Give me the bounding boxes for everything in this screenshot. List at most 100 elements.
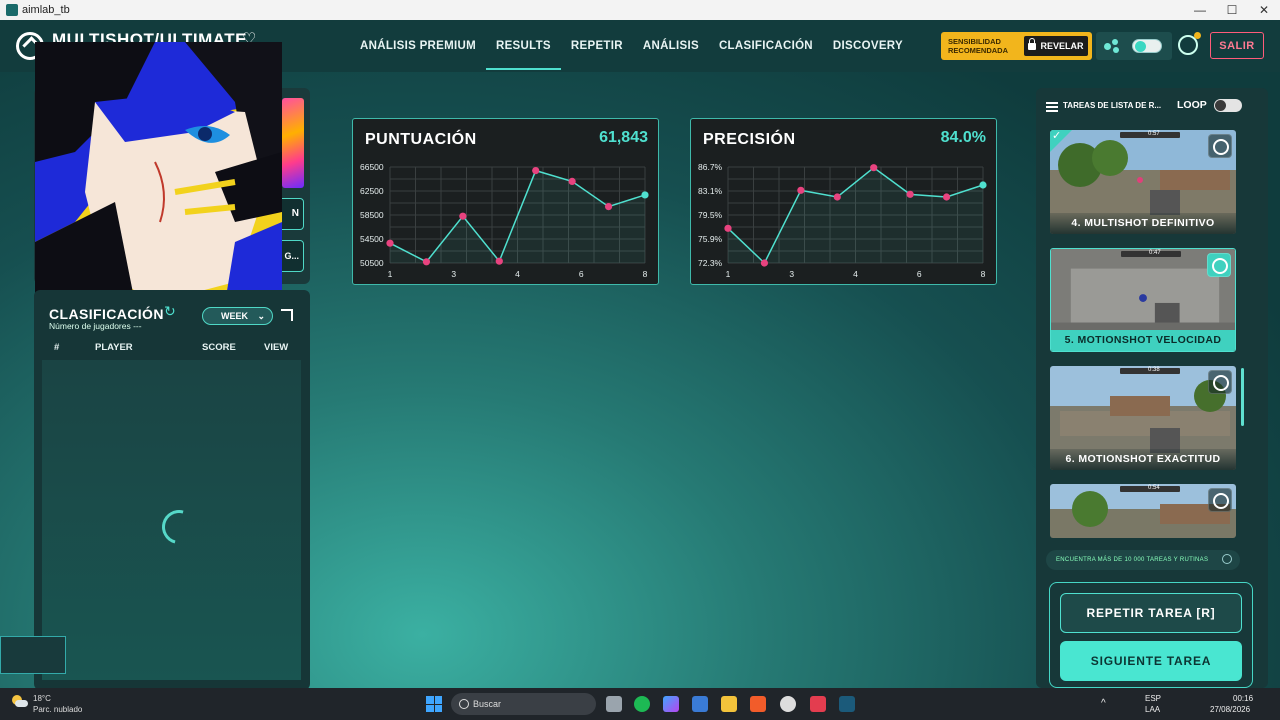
data-point bbox=[604, 203, 613, 211]
y-tick-label: 58500 bbox=[360, 210, 384, 220]
tray-chevron-icon[interactable]: ^ bbox=[1101, 698, 1106, 709]
task-type-icon bbox=[1207, 253, 1231, 277]
x-tick-label: 4 bbox=[515, 269, 520, 279]
file-explorer-icon[interactable] bbox=[721, 696, 737, 712]
language-code: ESP bbox=[1145, 694, 1162, 703]
avatar-artwork bbox=[35, 42, 282, 303]
task-label: 4. MULTISHOT DEFINITIVO bbox=[1050, 213, 1236, 234]
windows-start-icon[interactable] bbox=[426, 696, 442, 712]
x-tick-label: 8 bbox=[643, 269, 648, 279]
data-point bbox=[532, 167, 540, 175]
leaderboard-title: CLASIFICACIÓN bbox=[49, 306, 164, 322]
weather-temperature: 18°C bbox=[33, 694, 51, 703]
data-point bbox=[833, 193, 841, 201]
x-tick-label: 4 bbox=[853, 269, 858, 279]
chrome-icon[interactable] bbox=[780, 696, 796, 712]
loading-spinner-icon bbox=[155, 503, 203, 551]
task-list-title: TAREAS DE LISTA DE R... bbox=[1063, 101, 1162, 110]
minimize-button[interactable]: — bbox=[1184, 3, 1216, 17]
task-type-icon bbox=[1208, 134, 1232, 158]
reveal-label: REVELAR bbox=[1040, 41, 1084, 51]
main-nav: ANÁLISIS PREMIUM RESULTS REPETIR ANÁLISI… bbox=[350, 20, 913, 72]
tab-clasificacion[interactable]: CLASIFICACIÓN bbox=[709, 20, 823, 72]
period-select[interactable]: WEEK ⌄ bbox=[202, 307, 273, 325]
tab-analisis[interactable]: ANÁLISIS bbox=[633, 20, 709, 72]
y-tick-label: 50500 bbox=[360, 258, 384, 268]
taskbar-search[interactable]: Buscar bbox=[451, 693, 596, 715]
task-card-6[interactable]: 0:38 6. MOTIONSHOT EXACTITUD bbox=[1050, 366, 1236, 470]
repeat-task-button[interactable]: REPETIR TAREA [R] bbox=[1060, 593, 1242, 633]
recommended-sensitivity-box: SENSIBILIDAD RECOMENDADA REVELAR bbox=[941, 32, 1092, 60]
party-toggle-box bbox=[1096, 32, 1172, 60]
tab-repetir[interactable]: REPETIR bbox=[561, 20, 633, 72]
x-tick-label: 3 bbox=[451, 269, 456, 279]
weather-condition: Parc. nublado bbox=[33, 705, 83, 714]
col-rank: # bbox=[54, 342, 60, 353]
windows-taskbar: 18°C Parc. nublado Buscar ^ ESP LAA 00:1… bbox=[0, 688, 1280, 720]
data-point bbox=[495, 257, 503, 265]
task-time: 0:57 bbox=[1148, 131, 1160, 137]
task-type-icon bbox=[1208, 488, 1232, 512]
task-label: 6. MOTIONSHOT EXACTITUD bbox=[1050, 449, 1236, 470]
data-point bbox=[724, 224, 732, 232]
y-tick-label: 54500 bbox=[360, 234, 384, 244]
tab-results[interactable]: RESULTS bbox=[485, 20, 561, 72]
task-time: 0:38 bbox=[1148, 367, 1160, 373]
clock-date: 27/08/2026 bbox=[1210, 705, 1251, 714]
task-card-4[interactable]: 0:57 4. MULTISHOT DEFINITIVO bbox=[1050, 130, 1236, 234]
y-tick-label: 66500 bbox=[360, 162, 384, 172]
copilot-icon[interactable] bbox=[663, 696, 679, 712]
refresh-icon[interactable]: ↻ bbox=[164, 303, 176, 320]
settings-icon[interactable] bbox=[1178, 32, 1201, 55]
action-buttons: REPETIR TAREA [R] SIGUIENTE TAREA bbox=[1049, 582, 1253, 688]
period-select-value: WEEK bbox=[221, 311, 248, 321]
sensitivity-label-line2: RECOMENDADA bbox=[948, 46, 1008, 55]
task-view-icon[interactable] bbox=[606, 696, 622, 712]
task-card-5[interactable]: 0:47 5. MOTIONSHOT VELOCIDAD bbox=[1050, 248, 1236, 352]
task-search-input[interactable]: ENCUENTRA MÁS DE 10 000 TAREAS Y RUTINAS bbox=[1046, 550, 1240, 570]
task-type-icon bbox=[1208, 370, 1232, 394]
expand-icon[interactable] bbox=[281, 309, 293, 321]
maximize-button[interactable]: ☐ bbox=[1216, 3, 1248, 17]
task-list-scrollbar[interactable] bbox=[1241, 368, 1244, 426]
vivaldi-icon[interactable] bbox=[810, 696, 826, 712]
aimlab-taskbar-icon[interactable] bbox=[839, 696, 855, 712]
data-point bbox=[870, 164, 878, 172]
party-icon[interactable] bbox=[1104, 39, 1120, 53]
tab-analisis-premium[interactable]: ANÁLISIS PREMIUM bbox=[350, 20, 486, 72]
y-tick-label: 75.9% bbox=[698, 234, 723, 244]
accuracy-chart-card: PRECISIÓN 84.0% 86.7% 83.1% 79.5% 75.9% 72.3… bbox=[690, 118, 997, 285]
theme-toggle[interactable] bbox=[1132, 39, 1162, 53]
data-point bbox=[422, 258, 431, 266]
accuracy-chart: 86.7% 83.1% 79.5% 75.9% 72.3%1 3 4 6 8 bbox=[698, 162, 987, 279]
loop-toggle[interactable] bbox=[1214, 99, 1242, 112]
x-tick-label: 8 bbox=[981, 269, 986, 279]
list-icon bbox=[1046, 102, 1058, 112]
lock-icon bbox=[1028, 37, 1037, 50]
tab-discovery[interactable]: DISCOVERY bbox=[823, 20, 913, 72]
window-preview-thumbnail bbox=[0, 636, 66, 674]
task-list-panel: TAREAS DE LISTA DE R... LOOP 0:57 4. MUL… bbox=[1036, 88, 1268, 688]
leaderboard-panel: CLASIFICACIÓN ↻ Número de jugadores --- … bbox=[34, 290, 310, 688]
spotify-icon[interactable] bbox=[634, 696, 650, 712]
brave-icon[interactable] bbox=[750, 696, 766, 712]
x-tick-label: 1 bbox=[726, 269, 731, 279]
task-time: 0:54 bbox=[1148, 485, 1160, 491]
search-icon[interactable] bbox=[1222, 554, 1232, 564]
close-button[interactable]: ✕ bbox=[1248, 3, 1280, 17]
next-task-button[interactable]: SIGUIENTE TAREA bbox=[1060, 641, 1242, 681]
col-player: PLAYER bbox=[95, 342, 133, 353]
task-card-7[interactable]: 0:54 bbox=[1050, 484, 1236, 538]
chevron-down-icon: ⌄ bbox=[257, 311, 265, 321]
exit-button[interactable]: SALIR bbox=[1210, 32, 1264, 59]
player-count: Número de jugadores --- bbox=[49, 321, 142, 331]
sensitivity-label: SENSIBILIDAD RECOMENDADA bbox=[948, 37, 1008, 55]
store-icon[interactable] bbox=[692, 696, 708, 712]
data-point bbox=[760, 259, 769, 267]
app-icon bbox=[6, 4, 18, 16]
weather-icon[interactable] bbox=[12, 695, 28, 709]
reveal-button[interactable]: REVELAR bbox=[1024, 36, 1088, 56]
y-tick-label: 79.5% bbox=[698, 210, 723, 220]
score-value: 61,843 bbox=[599, 129, 648, 146]
leaderboard-list bbox=[42, 360, 301, 680]
